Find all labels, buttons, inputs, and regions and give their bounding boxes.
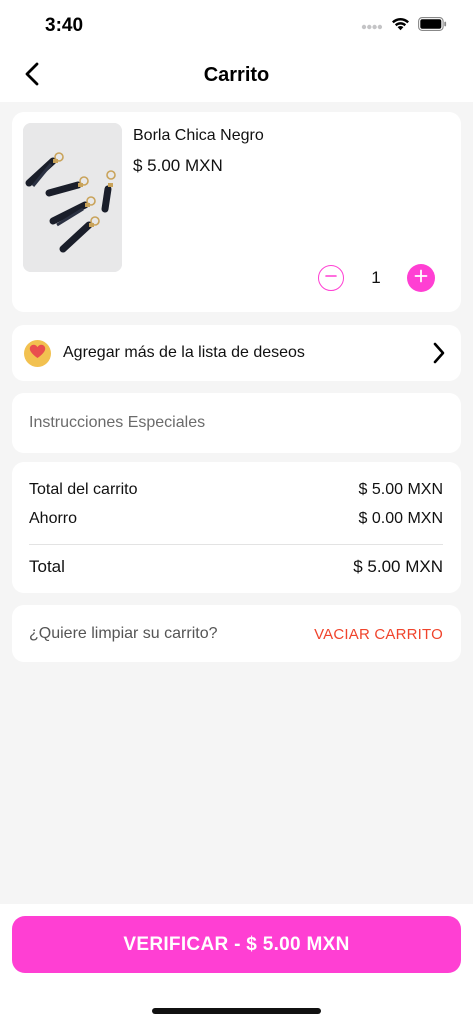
clear-cart-question: ¿Quiere limpiar su carrito? xyxy=(29,625,218,642)
chevron-right-icon xyxy=(431,341,447,365)
subtotal-label: Total del carrito xyxy=(29,481,138,498)
savings-label: Ahorro xyxy=(29,510,78,527)
decrease-quantity-button[interactable] xyxy=(318,265,344,291)
page-title: Carrito xyxy=(203,64,270,86)
heart-icon xyxy=(29,344,46,364)
add-from-wishlist-row[interactable]: Agregar más de la lista de deseos xyxy=(12,325,461,381)
total-value: $ 5.00 MXN xyxy=(353,557,443,576)
battery-icon xyxy=(418,16,447,36)
bottom-checkout-bar: VERIFICAR - $ 5.00 MXN xyxy=(0,904,473,1024)
signal-dots-icon xyxy=(361,17,383,35)
status-time: 3:40 xyxy=(45,15,84,36)
wishlist-label: Agregar más de la lista de deseos xyxy=(63,344,305,361)
cart-totals-card: Total del carrito $ 5.00 MXN Ahorro $ 0.… xyxy=(12,462,461,593)
heart-badge xyxy=(24,340,51,367)
product-price: $ 5.00 MXN xyxy=(133,156,223,175)
quantity-value: 1 xyxy=(371,268,381,287)
special-instructions-card xyxy=(12,393,461,453)
status-icons xyxy=(361,16,447,36)
nav-bar: Carrito xyxy=(0,50,473,102)
clear-cart-card: ¿Quiere limpiar su carrito? VACIAR CARRI… xyxy=(12,605,461,662)
product-image[interactable] xyxy=(23,123,122,272)
black-tassels-photo xyxy=(23,123,122,272)
subtotal-value: $ 5.00 MXN xyxy=(358,481,443,498)
savings-row: Ahorro $ 0.00 MXN xyxy=(29,510,443,528)
special-instructions-input[interactable] xyxy=(12,393,461,453)
home-indicator xyxy=(152,1008,321,1014)
savings-value: $ 0.00 MXN xyxy=(358,510,443,527)
status-bar: 3:40 xyxy=(0,0,473,50)
wifi-icon xyxy=(391,17,410,36)
total-label: Total xyxy=(29,557,65,576)
increase-quantity-button[interactable] xyxy=(407,264,435,292)
minus-icon xyxy=(324,269,338,288)
plus-icon xyxy=(413,268,429,289)
subtotal-row: Total del carrito $ 5.00 MXN xyxy=(29,481,443,499)
cart-item-card: Borla Chica Negro $ 5.00 MXN 1 xyxy=(12,112,461,312)
totals-divider xyxy=(29,544,443,545)
checkout-button[interactable]: VERIFICAR - $ 5.00 MXN xyxy=(12,916,461,973)
product-name: Borla Chica Negro xyxy=(133,127,264,144)
clear-cart-button[interactable]: VACIAR CARRITO xyxy=(314,626,443,643)
total-row: Total $ 5.00 MXN xyxy=(29,557,443,577)
